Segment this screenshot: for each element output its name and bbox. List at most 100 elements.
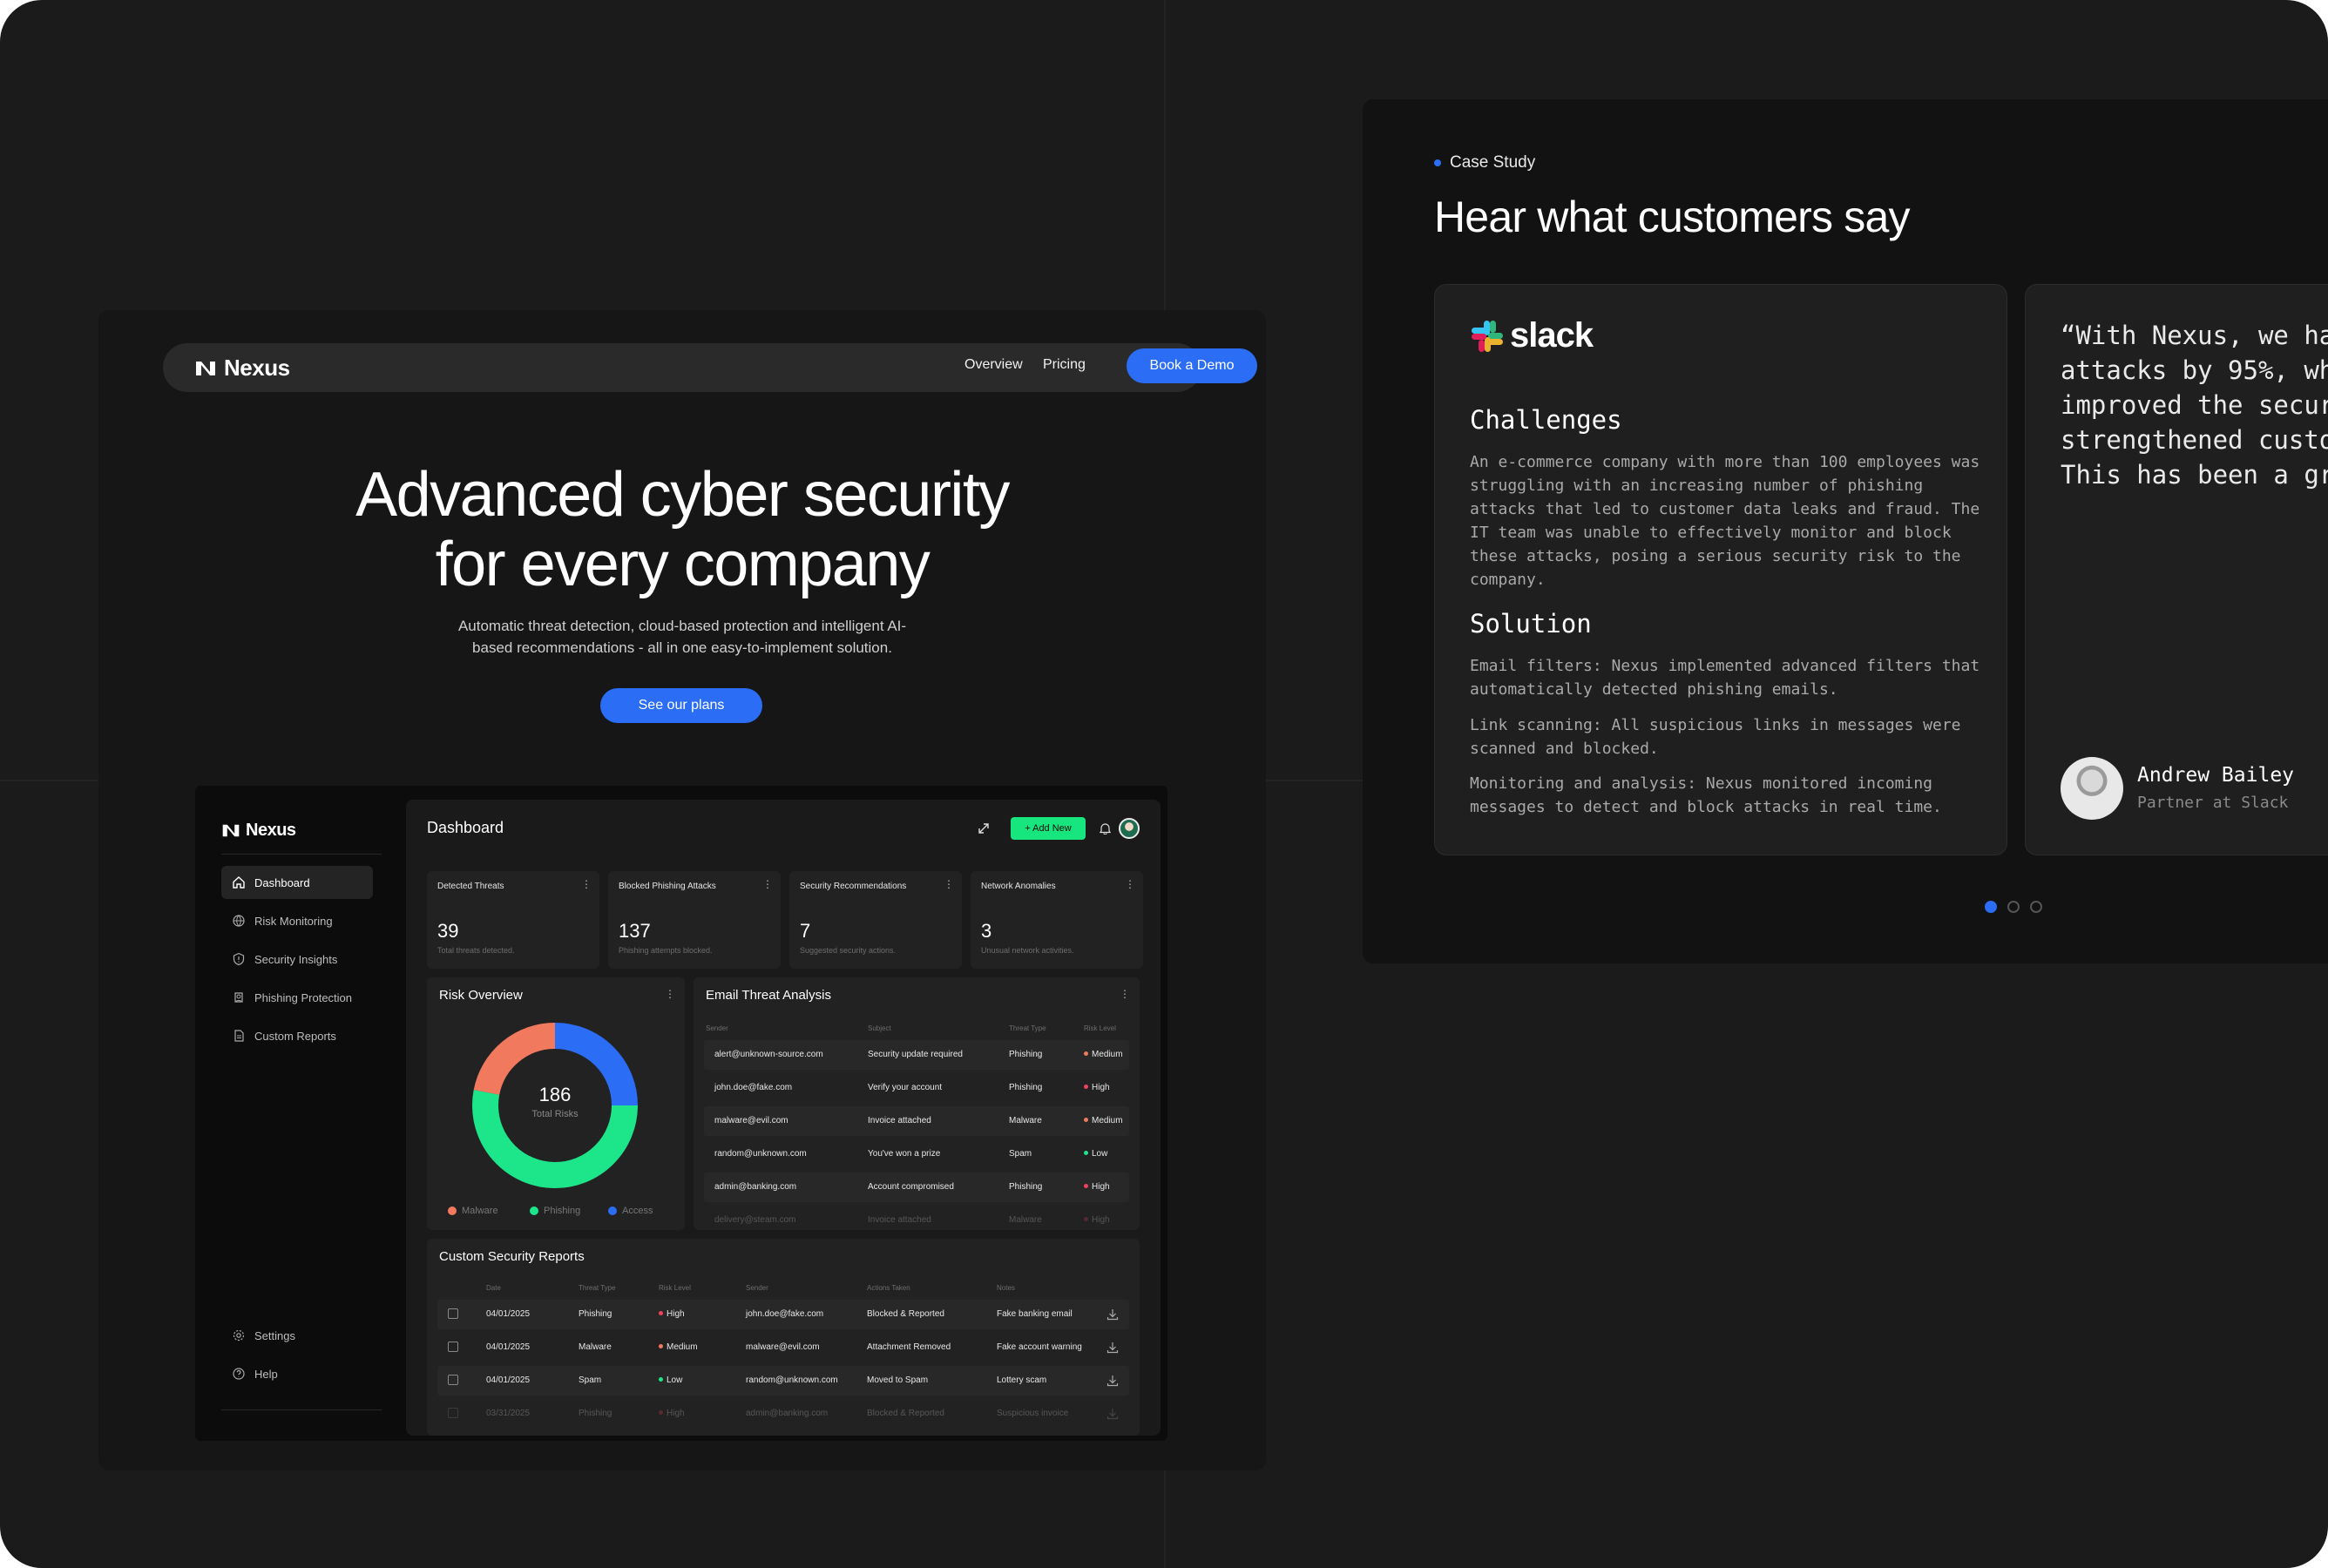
carousel-dot-active[interactable]	[1985, 901, 1997, 913]
solution-point: Email filters: Nexus implemented advance…	[1470, 657, 1980, 699]
risk-dot	[1084, 1184, 1088, 1188]
cell-subject: Invoice attached	[868, 1116, 931, 1125]
donut-total-label: Total Risks	[531, 1109, 579, 1119]
cell-threat-type: Phishing	[1009, 1182, 1043, 1192]
cell-sender: john.doe@fake.com	[714, 1083, 793, 1092]
canvas: Nexus Overview Pricing Book a Demo Advan…	[0, 0, 2328, 1568]
expand-icon[interactable]	[978, 822, 990, 835]
legend-swatch	[448, 1206, 457, 1215]
row-checkbox[interactable]	[448, 1308, 458, 1319]
download-icon[interactable]	[1106, 1375, 1119, 1387]
cell-subject: You've won a prize	[868, 1149, 941, 1159]
download-icon[interactable]	[1106, 1408, 1119, 1420]
table-row[interactable]: 04/01/2025 Phishing High john.doe@fake.c…	[437, 1300, 1129, 1329]
risk-dot	[659, 1344, 663, 1348]
sidebar-item-custom-reports[interactable]: Custom Reports	[221, 1019, 373, 1052]
carousel-dot[interactable]	[2030, 901, 2042, 913]
column-header: Threat Type	[1009, 1024, 1046, 1032]
avatar[interactable]	[1119, 818, 1140, 839]
download-icon[interactable]	[1106, 1342, 1119, 1354]
sidebar-item-label: Settings	[254, 1328, 295, 1342]
sidebar-item-settings[interactable]: Settings	[221, 1319, 373, 1352]
solution-point: Link scanning: All suspicious links in m…	[1470, 716, 1961, 758]
table-row[interactable]: admin@banking.com Account compromised Ph…	[704, 1173, 1129, 1202]
cell-sender: random@unknown.com	[714, 1149, 807, 1159]
nav-overview[interactable]: Overview	[964, 357, 1023, 373]
cell-notes: Fake banking email	[997, 1309, 1073, 1319]
column-header: Risk Level	[659, 1284, 691, 1292]
see-plans-button[interactable]: See our plans	[600, 688, 762, 723]
cell-actions: Blocked & Reported	[867, 1409, 944, 1418]
cell-threat-type: Spam	[1009, 1149, 1032, 1159]
quote-line: attacks by 95%, which	[2061, 355, 2328, 385]
fish-icon	[234, 992, 243, 1003]
cell-sender: random@unknown.com	[746, 1375, 838, 1385]
nav-pricing[interactable]: Pricing	[1043, 357, 1086, 373]
table-row[interactable]: 04/01/2025 Spam Low random@unknown.com M…	[437, 1366, 1129, 1396]
risk-dot	[1084, 1085, 1088, 1089]
cell-subject: Security update required	[868, 1050, 963, 1059]
gear-icon	[233, 1329, 245, 1342]
row-checkbox[interactable]	[448, 1375, 458, 1385]
custom-security-reports-panel: Custom Security Reports Date Threat Type…	[427, 1239, 1140, 1436]
cell-subject: Verify your account	[868, 1083, 943, 1092]
table-row[interactable]: malware@evil.com Invoice attached Malwar…	[704, 1106, 1129, 1136]
quote-line: “With Nexus, we have r	[2061, 321, 2328, 350]
row-checkbox[interactable]	[448, 1342, 458, 1352]
sidebar-item-phishing-protection[interactable]: Phishing Protection	[221, 981, 373, 1014]
carousel-dot[interactable]	[2007, 901, 2020, 913]
landing-page-mockup: Nexus Overview Pricing Book a Demo Advan…	[98, 310, 1266, 1470]
stat-label: Network Anomalies	[981, 882, 1056, 891]
hero-title: Advanced cyber security for every compan…	[98, 460, 1266, 599]
table-row[interactable]: random@unknown.com You've won a prize Sp…	[704, 1139, 1129, 1169]
slack-logo: slack	[1470, 316, 1594, 355]
column-header: Sender	[746, 1284, 768, 1292]
donut-total: 186	[538, 1084, 572, 1105]
nexus-logo-icon	[196, 361, 215, 375]
stat-card-blocked-phishing: Blocked Phishing Attacks ⋮ 137 Phishing …	[608, 871, 781, 969]
sidebar-item-help[interactable]: Help	[221, 1357, 373, 1390]
more-icon[interactable]: ⋮	[665, 988, 675, 1000]
risk-dot	[659, 1311, 663, 1315]
case-study-card: slack Challenges An e-commerce company w…	[1434, 284, 2007, 855]
section-tag-label: Case Study	[1450, 153, 1536, 172]
legend-access: Access	[608, 1206, 653, 1216]
cell-threat-type: Spam	[579, 1375, 602, 1385]
more-icon[interactable]: ⋮	[944, 878, 954, 890]
stat-card-security-recommendations: Security Recommendations ⋮ 7 Suggested s…	[789, 871, 962, 969]
column-header: Subject	[868, 1024, 891, 1032]
document-icon	[234, 1030, 244, 1042]
sidebar-item-security-insights[interactable]: Security Insights	[221, 943, 373, 976]
more-icon[interactable]: ⋮	[1120, 988, 1130, 1000]
book-demo-button[interactable]: Book a Demo	[1127, 348, 1257, 383]
stat-caption: Phishing attempts blocked.	[619, 946, 713, 955]
nexus-logo[interactable]: Nexus	[194, 355, 290, 382]
cell-sender: alert@unknown-source.com	[714, 1050, 823, 1059]
table-row[interactable]: 03/31/2025 Phishing High admin@banking.c…	[437, 1399, 1129, 1429]
bell-icon[interactable]	[1100, 822, 1111, 835]
cell-date: 04/01/2025	[486, 1342, 531, 1352]
sidebar-item-risk-monitoring[interactable]: Risk Monitoring	[221, 904, 373, 937]
table-row[interactable]: alert@unknown-source.com Security update…	[704, 1040, 1129, 1070]
legend-label: Phishing	[544, 1206, 581, 1216]
sidebar-item-dashboard[interactable]: Dashboard	[221, 866, 373, 899]
table-row[interactable]: 04/01/2025 Malware Medium malware@evil.c…	[437, 1333, 1129, 1362]
add-new-button[interactable]: + Add New	[1011, 817, 1086, 840]
row-checkbox[interactable]	[448, 1408, 458, 1418]
more-icon[interactable]: ⋮	[581, 878, 592, 890]
more-icon[interactable]: ⋮	[762, 878, 773, 890]
author-role: Partner at Slack	[2137, 794, 2289, 812]
cell-sender: john.doe@fake.com	[746, 1309, 824, 1319]
quote-line: This has been a great in	[2061, 460, 2328, 490]
hero-subtitle: Automatic threat detection, cloud-based …	[421, 615, 944, 659]
more-icon[interactable]: ⋮	[1125, 878, 1135, 890]
legend-label: Malware	[462, 1206, 498, 1216]
table-row[interactable]: john.doe@fake.com Verify your account Ph…	[704, 1073, 1129, 1103]
stat-value: 7	[800, 920, 811, 942]
download-icon[interactable]	[1106, 1308, 1119, 1321]
risk-dot	[659, 1410, 663, 1415]
sidebar-logo[interactable]: Nexus	[221, 821, 296, 841]
solution-heading: Solution	[1470, 609, 1592, 639]
table-row[interactable]: delivery@steam.com Invoice attached Malw…	[704, 1206, 1129, 1230]
dashboard-main: Dashboard + Add New Detected Threats ⋮ 3…	[406, 800, 1161, 1436]
